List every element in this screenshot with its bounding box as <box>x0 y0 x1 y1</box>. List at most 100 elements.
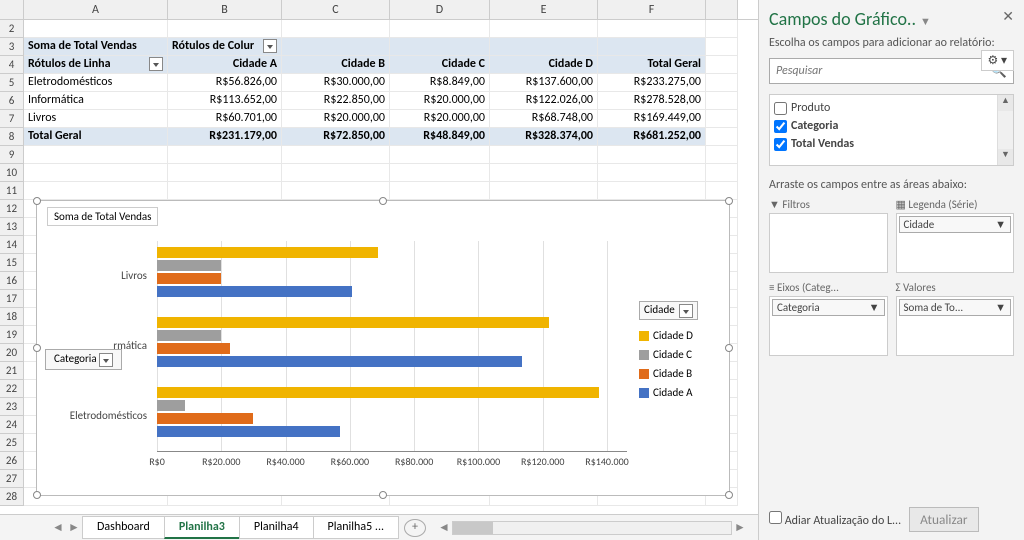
row-header[interactable]: 6 <box>0 92 24 110</box>
row-header[interactable]: 26 <box>0 452 24 470</box>
row-header[interactable]: 18 <box>0 308 24 326</box>
search-input[interactable] <box>776 64 991 78</box>
cell[interactable]: R$20.000,00 <box>390 110 490 128</box>
cell[interactable]: R$48.849,00 <box>390 128 490 146</box>
row-header[interactable]: 19 <box>0 326 24 344</box>
cell[interactable] <box>168 146 282 164</box>
cell[interactable] <box>706 182 738 200</box>
sheet-tab[interactable]: Planilha4 <box>239 516 314 539</box>
cell[interactable]: Cidade D <box>490 56 598 74</box>
area-field-tag[interactable]: Cidade▼ <box>899 216 1012 233</box>
cell[interactable]: R$137.600,00 <box>490 74 598 92</box>
row-header[interactable]: 2 <box>0 20 24 38</box>
cell[interactable]: Total Geral <box>598 56 706 74</box>
field-item[interactable]: Total Vendas <box>774 135 1009 153</box>
cell[interactable]: Cidade C <box>390 56 490 74</box>
area-field-tag[interactable]: Categoria▼ <box>772 299 885 316</box>
cell[interactable] <box>282 20 390 38</box>
cell[interactable] <box>390 38 490 56</box>
cell[interactable] <box>598 146 706 164</box>
cell[interactable]: R$169.449,00 <box>598 110 706 128</box>
cell[interactable]: R$231.179,00 <box>168 128 282 146</box>
scroll-up-icon[interactable]: ▲ <box>998 95 1013 111</box>
bar-Cidade-A[interactable] <box>157 286 352 297</box>
legend-item[interactable]: Cidade B <box>639 364 721 383</box>
row-header[interactable]: 24 <box>0 416 24 434</box>
row-header[interactable]: 9 <box>0 146 24 164</box>
cell[interactable] <box>706 74 738 92</box>
scroll-down-icon[interactable]: ▼ <box>998 149 1013 165</box>
field-checkbox[interactable] <box>774 138 787 151</box>
chart-legend-field-button[interactable]: Cidade <box>639 301 698 320</box>
cell[interactable] <box>490 20 598 38</box>
cell[interactable] <box>168 164 282 182</box>
bar-Cidade-D[interactable] <box>157 387 599 398</box>
cell[interactable]: R$8.849,00 <box>390 74 490 92</box>
cell[interactable] <box>168 20 282 38</box>
cell[interactable] <box>706 92 738 110</box>
cell[interactable] <box>598 164 706 182</box>
row-header[interactable]: 4 <box>0 56 24 74</box>
defer-update-checkbox[interactable]: Adiar Atualização do L... <box>769 511 901 528</box>
cell[interactable] <box>490 38 598 56</box>
cell[interactable]: R$113.652,00 <box>168 92 282 110</box>
add-sheet-button[interactable]: + <box>404 519 426 537</box>
cell[interactable]: Eletrodomésticos <box>24 74 168 92</box>
cell[interactable]: Cidade A <box>168 56 282 74</box>
bar-Cidade-A[interactable] <box>157 356 522 367</box>
close-pane-button[interactable]: ✕ <box>1002 8 1014 25</box>
cell[interactable] <box>390 182 490 200</box>
area-values[interactable]: Σ Valores Soma de To...▼ <box>896 281 1015 356</box>
row-header[interactable]: 22 <box>0 380 24 398</box>
row-header[interactable]: 7 <box>0 110 24 128</box>
area-filters[interactable]: ▼ Filtros <box>769 198 888 273</box>
sheet-tab[interactable]: Planilha3 <box>164 516 240 539</box>
bar-Cidade-A[interactable] <box>157 426 340 437</box>
cell[interactable] <box>706 20 738 38</box>
col-header-A[interactable]: A <box>24 0 168 19</box>
row-header[interactable]: 21 <box>0 362 24 380</box>
row-header[interactable]: 11 <box>0 182 24 200</box>
cell[interactable] <box>24 182 168 200</box>
cell[interactable] <box>282 146 390 164</box>
col-header-D[interactable]: D <box>390 0 490 19</box>
cell[interactable]: Cidade B <box>282 56 390 74</box>
cell[interactable]: Rótulos de Linha <box>24 56 168 74</box>
cell[interactable] <box>706 38 738 56</box>
cell[interactable]: R$233.275,00 <box>598 74 706 92</box>
bar-Cidade-D[interactable] <box>157 247 378 258</box>
cell[interactable]: R$278.528,00 <box>598 92 706 110</box>
legend-item[interactable]: Cidade A <box>639 383 721 402</box>
cell[interactable]: Rótulos de Colur <box>168 38 282 56</box>
cell[interactable] <box>490 164 598 182</box>
cell[interactable] <box>598 38 706 56</box>
row-header[interactable]: 12 <box>0 200 24 218</box>
chart-resize-handle[interactable] <box>33 197 41 205</box>
chart-axis-field-button[interactable]: Categoria <box>45 349 122 370</box>
field-list-scrollbar[interactable]: ▲ ▼ <box>997 95 1013 165</box>
cell[interactable] <box>390 164 490 182</box>
row-header[interactable]: 16 <box>0 272 24 290</box>
row-header[interactable]: 20 <box>0 344 24 362</box>
row-header[interactable]: 5 <box>0 74 24 92</box>
pane-options-button[interactable]: ⚙ ▾ <box>981 50 1015 71</box>
cell[interactable]: R$56.826,00 <box>168 74 282 92</box>
chart-resize-handle[interactable] <box>379 197 387 205</box>
bar-Cidade-B[interactable] <box>157 413 253 424</box>
cell[interactable] <box>282 182 390 200</box>
tab-nav-prev[interactable]: ◄ <box>50 520 66 535</box>
horizontal-scrollbar[interactable]: ◄ ► <box>436 520 748 535</box>
cell[interactable]: R$20.000,00 <box>390 92 490 110</box>
row-header[interactable]: 15 <box>0 254 24 272</box>
chart-resize-handle[interactable] <box>725 344 733 352</box>
field-list[interactable]: ProdutoCategoriaTotal Vendas ▲ ▼ <box>769 94 1014 166</box>
cell[interactable]: Total Geral <box>24 128 168 146</box>
cell[interactable]: R$122.026,00 <box>490 92 598 110</box>
sheet-tab[interactable]: Planilha5 ... <box>313 516 399 539</box>
row-header[interactable]: 10 <box>0 164 24 182</box>
cell[interactable] <box>390 20 490 38</box>
cell[interactable]: R$22.850,00 <box>282 92 390 110</box>
cell[interactable]: R$72.850,00 <box>282 128 390 146</box>
row-header[interactable]: 25 <box>0 434 24 452</box>
row-header[interactable]: 27 <box>0 470 24 488</box>
